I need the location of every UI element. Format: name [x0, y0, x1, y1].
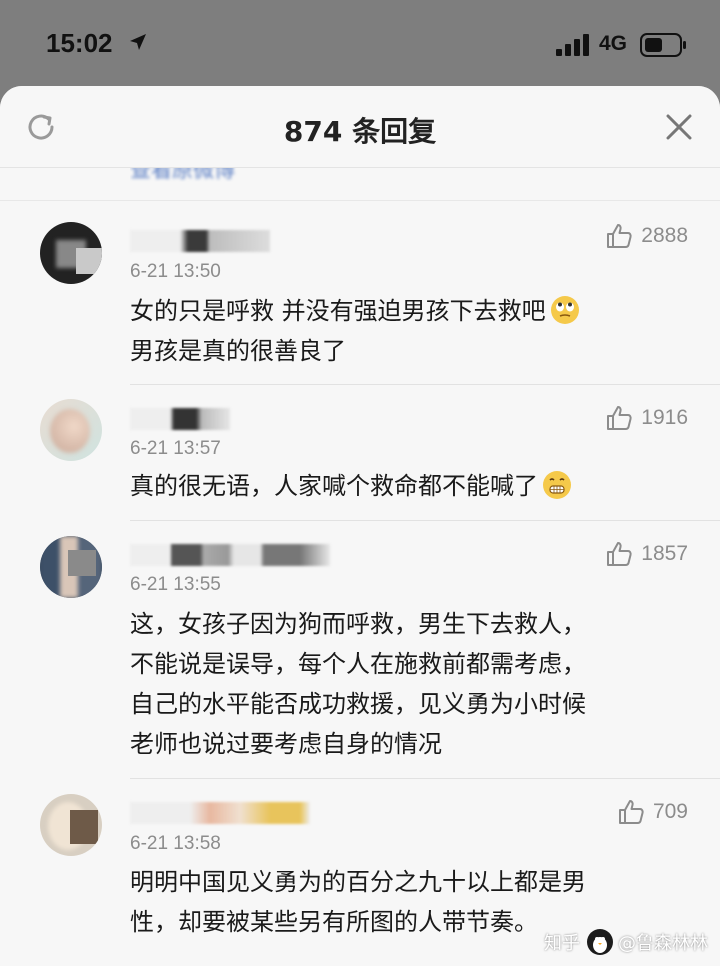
status-bar: 15:02 4G	[0, 0, 720, 88]
sheet-header: 874 条回复	[0, 86, 720, 168]
thumbs-up-icon	[607, 224, 632, 248]
comment-text: 这，女孩子因为狗而呼救，男生下去救人， 不能说是误导，每个人在施救前都需考虑， …	[130, 610, 586, 758]
penguin-avatar-icon	[587, 929, 613, 955]
sheet-title: 874 条回复	[283, 115, 437, 148]
network-type: 4G	[599, 32, 628, 55]
comment-time: 6-21 13:58	[130, 833, 221, 854]
watermark: 知乎 @鲁森林林	[544, 928, 708, 956]
username-blurred[interactable]	[130, 230, 270, 252]
username-blurred[interactable]	[130, 544, 330, 566]
avatar[interactable]	[40, 794, 102, 856]
divider	[130, 520, 720, 521]
avatar[interactable]	[40, 222, 102, 284]
comment-text: 女的只是呼救 并没有强迫男孩下去救吧 男孩是真的很善良了	[130, 291, 690, 371]
thumbs-up-icon	[618, 800, 644, 824]
battery-icon	[640, 33, 686, 57]
divider	[0, 200, 720, 201]
like-count: 709	[652, 800, 688, 823]
username-blurred[interactable]	[130, 802, 310, 824]
watermark-author: @鲁森林林	[618, 933, 708, 954]
close-icon[interactable]	[664, 112, 694, 142]
comment-time: 6-21 13:50	[130, 261, 221, 282]
avatar[interactable]	[40, 399, 102, 461]
signal-bars-icon	[556, 34, 589, 56]
comment-text: 真的很无语，人家喊个救命都不能喊了	[130, 466, 690, 506]
divider	[130, 778, 720, 779]
thumbs-up-icon	[607, 406, 632, 430]
like-button[interactable]: 1857	[605, 540, 688, 568]
comment-time: 6-21 13:55	[130, 574, 221, 595]
like-count: 1916	[641, 406, 688, 429]
thumbs-up-icon	[607, 542, 632, 566]
status-time: 15:02	[46, 28, 113, 58]
replies-sheet: 查看原微博 874 条回复 6-21 13:50 2888 女的只是呼救 并没有…	[0, 86, 720, 966]
like-count: 2888	[641, 224, 688, 247]
comment-time: 6-21 13:57	[130, 438, 221, 459]
divider	[130, 384, 720, 385]
like-count: 1857	[641, 542, 688, 565]
eye-roll-emoji-icon	[550, 296, 579, 324]
like-button[interactable]: 2888	[605, 222, 688, 250]
username-blurred[interactable]	[130, 408, 230, 430]
watermark-site: 知乎	[544, 933, 580, 954]
location-arrow-icon	[130, 34, 146, 50]
grimace-emoji-icon	[543, 471, 571, 499]
like-button[interactable]: 1916	[605, 404, 688, 432]
like-button[interactable]: 709	[617, 798, 688, 826]
avatar[interactable]	[40, 536, 102, 598]
